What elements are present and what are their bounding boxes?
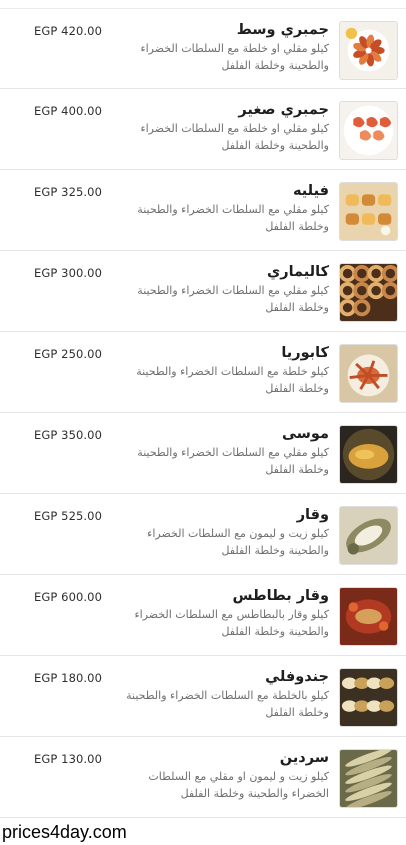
item-name: كابوريا <box>281 345 329 361</box>
item-description: كيلو مقلي او خلطة مع السلطات الخضراء وال… <box>140 122 329 152</box>
fish-potato-tray-image[interactable] <box>339 587 398 646</box>
item-price: EGP 400.00 <box>34 104 103 118</box>
menu-item[interactable]: EGP 400.00 جمبري صغير كيلو مقلي او خلطة مع… <box>0 89 406 170</box>
item-name: جندوفلي <box>265 669 329 685</box>
clams-bowl-image[interactable] <box>339 668 398 727</box>
menu-list: EGP 420.00 جمبري وسط كيلو مقلي او خلطة مع … <box>0 8 406 818</box>
item-text: جندوفلي كيلو بالخلطة مع السلطات الخضراء و… <box>119 667 329 721</box>
item-description: كيلو مقلي او خلطة مع السلطات الخضراء وال… <box>140 42 329 72</box>
item-text: وقار كيلو زيت و ليمون مع السلطات الخضراء … <box>119 505 329 559</box>
grilled-fish-image[interactable] <box>339 506 398 565</box>
item-description: كيلو زيت و ليمون مع السلطات الخضراء والط… <box>147 527 329 557</box>
item-price: EGP 250.00 <box>34 347 103 361</box>
item-description: كيلو مقلي مع السلطات الخضراء والطحينة وخ… <box>137 284 329 314</box>
item-text: موسى كيلو مقلي مع السلطات الخضراء والطحين… <box>119 424 329 478</box>
item-description: كيلو زيت و ليمون او مقلي مع السلطات الخض… <box>148 770 329 800</box>
item-name: جمبري صغير <box>238 102 329 118</box>
fish-fillet-image[interactable] <box>339 182 398 241</box>
item-text: كابوريا كيلو خلطة مع السلطات الخضراء والط… <box>119 343 329 397</box>
menu-item[interactable]: EGP 525.00 وقار كيلو زيت و ليمون مع السلطا… <box>0 494 406 575</box>
item-description: كيلو خلطة مع السلطات الخضراء والطحينة وخ… <box>136 365 329 395</box>
menu-item[interactable]: EGP 250.00 كابوريا كيلو خلطة مع السلطات ال… <box>0 332 406 413</box>
item-price: EGP 180.00 <box>34 671 103 685</box>
item-price: EGP 300.00 <box>34 266 103 280</box>
item-description: كيلو مقلي مع السلطات الخضراء والطحينة وخ… <box>137 203 329 233</box>
item-price: EGP 525.00 <box>34 509 103 523</box>
item-name: فيليه <box>292 183 329 199</box>
crab-plate-image[interactable] <box>339 344 398 403</box>
item-description: كيلو بالخلطة مع السلطات الخضراء والطحينة… <box>126 689 329 719</box>
item-price: EGP 130.00 <box>34 752 103 766</box>
menu-item[interactable]: EGP 350.00 موسى كيلو مقلي مع السلطات الخضر… <box>0 413 406 494</box>
menu-item[interactable]: EGP 180.00 جندوفلي كيلو بالخلطة مع السلطات… <box>0 656 406 737</box>
item-name: وقار <box>296 507 329 523</box>
menu-item[interactable]: EGP 420.00 جمبري وسط كيلو مقلي او خلطة مع … <box>0 8 406 89</box>
item-text: فيليه كيلو مقلي مع السلطات الخضراء والطحي… <box>119 181 329 235</box>
item-name: جمبري وسط <box>236 22 329 38</box>
item-text: وقار بطاطس كيلو وقار بالبطاطس مع السلطات … <box>119 586 329 640</box>
fried-shrimp-bowl-image[interactable] <box>339 21 398 80</box>
item-text: جمبري صغير كيلو مقلي او خلطة مع السلطات ا… <box>119 100 329 154</box>
item-price: EGP 420.00 <box>34 24 103 38</box>
sole-fish-pan-image[interactable] <box>339 425 398 484</box>
calamari-image[interactable] <box>339 263 398 322</box>
item-name: وقار بطاطس <box>232 588 329 604</box>
item-price: EGP 350.00 <box>34 428 103 442</box>
item-price: EGP 325.00 <box>34 185 103 199</box>
item-text: كاليماري كيلو مقلي مع السلطات الخضراء وال… <box>119 262 329 316</box>
item-name: سردين <box>279 750 329 766</box>
item-name: موسى <box>282 426 329 442</box>
shrimp-plate-image[interactable] <box>339 101 398 160</box>
menu-item[interactable]: EGP 130.00 سردين كيلو زيت و ليمون او مقلي … <box>0 737 406 818</box>
sardines-image[interactable] <box>339 749 398 808</box>
watermark: prices4day.com <box>2 822 127 842</box>
item-description: كيلو مقلي مع السلطات الخضراء والطحينة وخ… <box>137 446 329 476</box>
item-price: EGP 600.00 <box>34 590 103 604</box>
menu-item[interactable]: EGP 300.00 كاليماري كيلو مقلي مع السلطات ا… <box>0 251 406 332</box>
menu-item[interactable]: EGP 325.00 فيليه كيلو مقلي مع السلطات الخض… <box>0 170 406 251</box>
item-text: جمبري وسط كيلو مقلي او خلطة مع السلطات ال… <box>119 20 329 74</box>
item-name: كاليماري <box>266 264 329 280</box>
item-text: سردين كيلو زيت و ليمون او مقلي مع السلطات… <box>119 748 329 802</box>
item-description: كيلو وقار بالبطاطس مع السلطات الخضراء وا… <box>134 608 329 638</box>
menu-item[interactable]: EGP 600.00 وقار بطاطس كيلو وقار بالبطاطس م… <box>0 575 406 656</box>
